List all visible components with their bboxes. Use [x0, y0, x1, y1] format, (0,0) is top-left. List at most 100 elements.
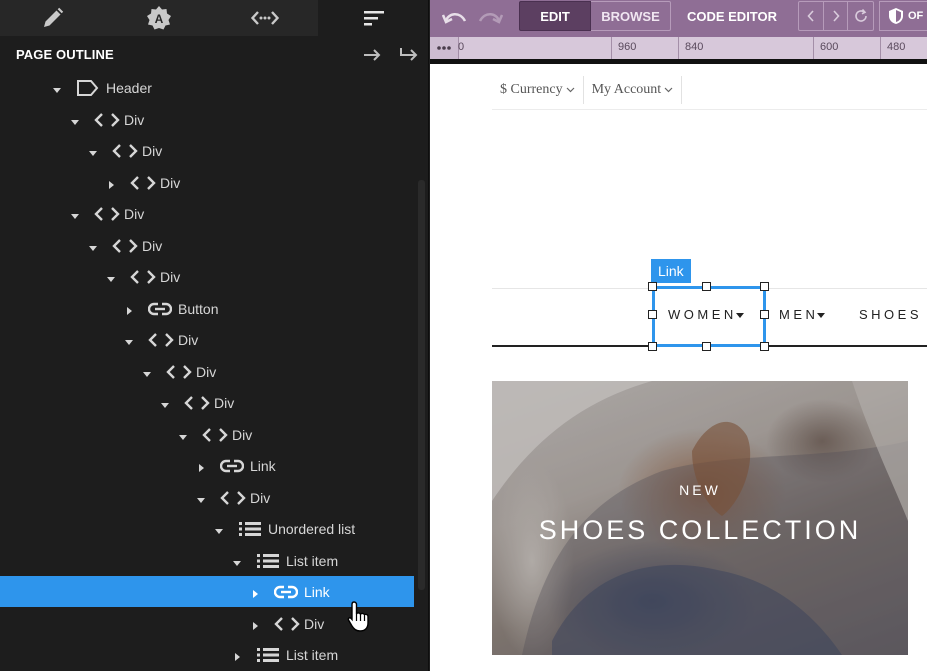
- outline-row[interactable]: Button: [0, 293, 414, 324]
- caret-down-icon[interactable]: [142, 366, 152, 377]
- outline-row[interactable]: Div: [0, 387, 414, 418]
- outline-row[interactable]: Div: [0, 356, 414, 387]
- ruler-menu-button[interactable]: [430, 37, 458, 59]
- outline-row[interactable]: Div: [0, 482, 414, 513]
- code-icon: [94, 111, 120, 129]
- store-top-bar: $ Currency My Account: [492, 72, 683, 108]
- undo-button[interactable]: [441, 9, 468, 32]
- caret-down-icon[interactable]: [88, 240, 98, 251]
- caret-right-icon[interactable]: [232, 649, 242, 661]
- resize-handle[interactable]: [760, 310, 769, 319]
- outline-row[interactable]: Header: [0, 72, 414, 103]
- history-nav-group: [798, 1, 874, 31]
- tab-style[interactable]: A: [106, 0, 212, 36]
- outline-row[interactable]: Div: [0, 104, 414, 135]
- code-icon: [202, 426, 228, 444]
- caret-down-icon[interactable]: [178, 429, 188, 440]
- menu-item-shoes[interactable]: SHOES: [859, 307, 922, 322]
- caret-down-icon[interactable]: [124, 334, 134, 345]
- code-editor-button[interactable]: CODE EDITOR: [682, 1, 782, 31]
- chevron-right-icon: [832, 10, 840, 22]
- chevron-down-icon: [664, 87, 673, 93]
- code-icon: [112, 237, 138, 255]
- outline-row[interactable]: Div: [0, 135, 414, 166]
- outline-row[interactable]: Div: [0, 198, 414, 229]
- tag-icon: [76, 79, 100, 97]
- outline-scrollbar[interactable]: [418, 180, 425, 590]
- menu-item-men[interactable]: MEN: [779, 307, 826, 322]
- outline-row[interactable]: List item: [0, 545, 414, 576]
- caret-right-icon[interactable]: [196, 460, 206, 472]
- page-outline-panel: A PAGE OUTLINE Header Div Div Div Div Di…: [0, 0, 429, 671]
- code-icon: [148, 331, 174, 349]
- outline-row[interactable]: Unordered list: [0, 513, 414, 544]
- ruler-tick-label: 480: [887, 41, 906, 53]
- security-toggle[interactable]: OF: [879, 1, 927, 31]
- enter-arrow-icon: [400, 48, 418, 61]
- caret-down-icon[interactable]: [106, 271, 116, 282]
- outline-row[interactable]: Div: [0, 324, 414, 355]
- tab-outline[interactable]: [318, 0, 429, 36]
- link-icon: [219, 457, 245, 475]
- resize-handle[interactable]: [760, 282, 769, 291]
- outline-row[interactable]: Link: [0, 450, 414, 481]
- tab-edit[interactable]: [0, 0, 106, 36]
- caret-down-icon[interactable]: [214, 523, 224, 534]
- caret-down-icon[interactable]: [88, 145, 98, 156]
- outline-row-label: Div: [124, 206, 145, 222]
- outline-row[interactable]: List item: [0, 639, 414, 670]
- edit-mode-button[interactable]: EDIT: [519, 1, 591, 31]
- move-in-button[interactable]: [399, 45, 419, 63]
- chevron-down-icon: [566, 87, 575, 93]
- caret-down-icon[interactable]: [160, 397, 170, 408]
- hero-banner[interactable]: NEW SHOES COLLECTION: [492, 381, 908, 655]
- outline-row[interactable]: Div: [0, 419, 414, 450]
- outline-row[interactable]: Div: [0, 167, 414, 198]
- list-icon: [256, 552, 280, 570]
- resize-handle[interactable]: [648, 310, 657, 319]
- outline-row-label: List item: [286, 553, 339, 569]
- redo-icon: [478, 13, 504, 24]
- caret-down-icon: [817, 313, 826, 318]
- hand-cursor-icon: [347, 601, 369, 632]
- ruler-tick-label: 840: [685, 41, 704, 53]
- redo-button[interactable]: [477, 9, 504, 32]
- resize-handle[interactable]: [702, 282, 711, 291]
- outline-row-label: Link: [250, 458, 276, 474]
- forward-button[interactable]: [824, 2, 849, 30]
- caret-down-icon[interactable]: [70, 208, 80, 219]
- responsive-ruler[interactable]: 0 960 840 600 480: [430, 37, 927, 59]
- chevron-left-icon: [807, 10, 814, 22]
- currency-label: $ Currency: [500, 82, 563, 97]
- outline-row-label: Div: [214, 395, 235, 411]
- resize-handle[interactable]: [648, 342, 657, 351]
- currency-dropdown[interactable]: $ Currency: [492, 76, 583, 104]
- code-icon: [274, 615, 300, 633]
- resize-handle[interactable]: [648, 282, 657, 291]
- move-out-button[interactable]: [362, 45, 382, 63]
- divider: [492, 109, 927, 110]
- code-icon: [184, 394, 210, 412]
- refresh-button[interactable]: [848, 2, 873, 30]
- caret-down-icon[interactable]: [70, 114, 80, 125]
- menu-item-label: MEN: [779, 307, 819, 322]
- caret-right-icon[interactable]: [106, 177, 116, 189]
- browse-mode-button[interactable]: BROWSE: [591, 1, 671, 31]
- account-dropdown[interactable]: My Account: [584, 76, 682, 104]
- caret-down-icon[interactable]: [196, 492, 206, 503]
- outline-row[interactable]: Div: [0, 261, 414, 292]
- selection-tag[interactable]: Link: [651, 259, 691, 283]
- resize-handle[interactable]: [760, 342, 769, 351]
- outline-row[interactable]: Div: [0, 230, 414, 261]
- outline-row-label: Header: [106, 80, 152, 96]
- selection-outline[interactable]: [652, 286, 766, 347]
- caret-right-icon[interactable]: [124, 303, 134, 315]
- back-button[interactable]: [799, 2, 824, 30]
- caret-down-icon[interactable]: [52, 82, 62, 93]
- caret-down-icon[interactable]: [232, 555, 242, 566]
- page-canvas[interactable]: $ Currency My Account WOMEN MEN SHOES Li…: [430, 64, 927, 671]
- caret-right-icon[interactable]: [250, 586, 260, 598]
- tab-code[interactable]: [212, 0, 318, 36]
- resize-handle[interactable]: [702, 342, 711, 351]
- caret-right-icon[interactable]: [250, 618, 260, 630]
